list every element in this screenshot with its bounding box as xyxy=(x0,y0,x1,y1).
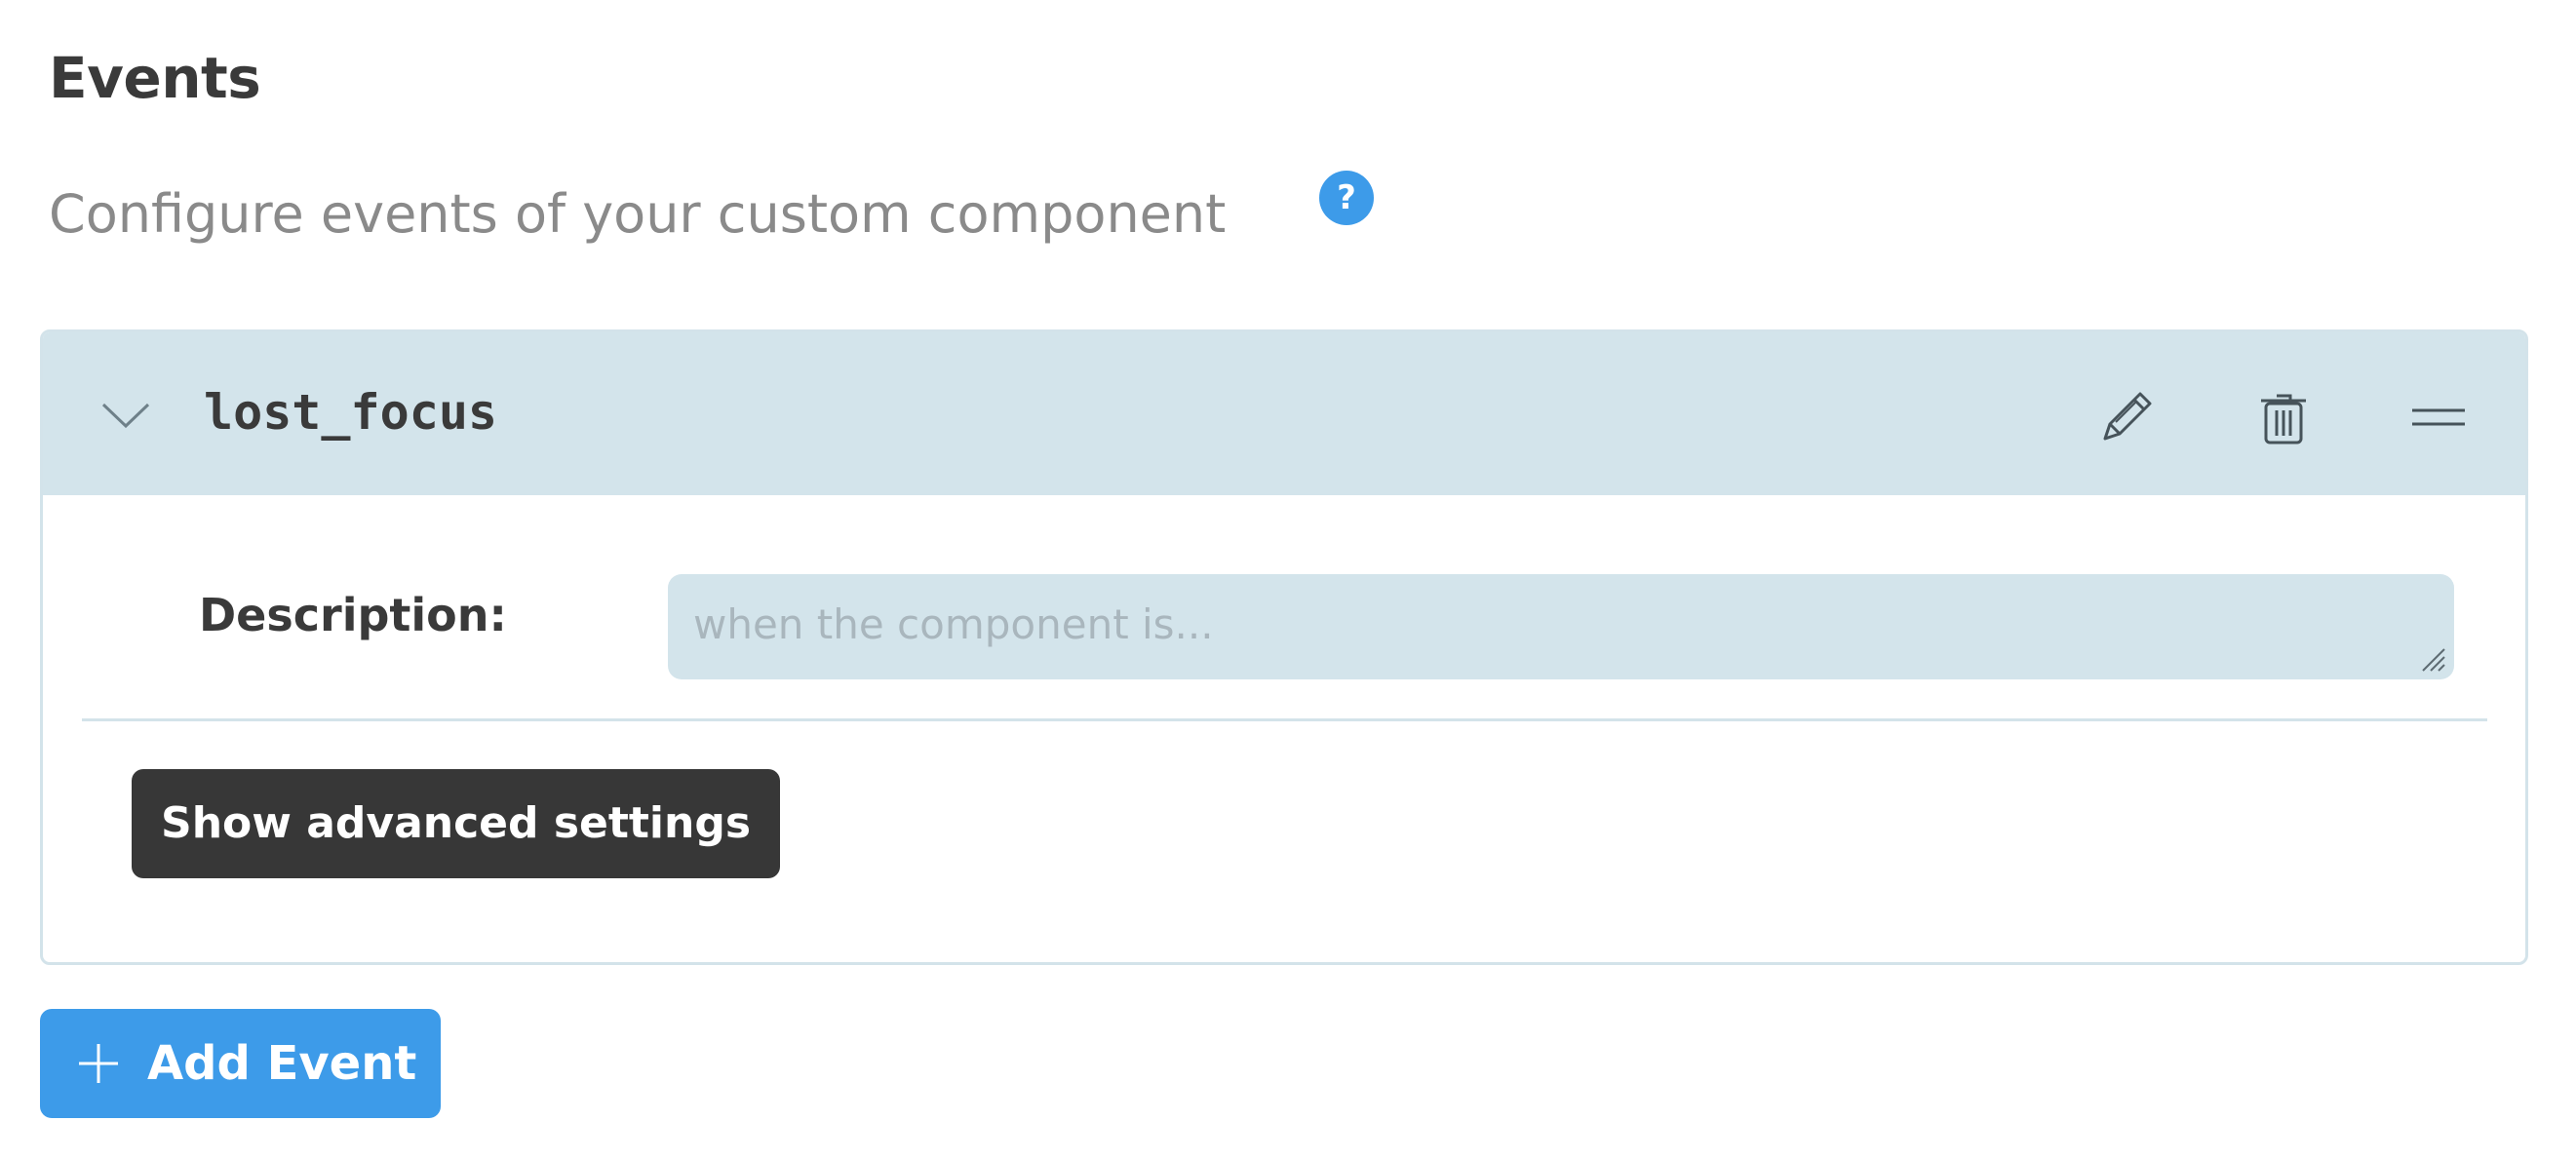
page-subtitle: Configure events of your custom componen… xyxy=(49,183,1227,245)
edit-event-button[interactable] xyxy=(2092,383,2161,451)
event-name: lost_focus xyxy=(204,384,498,441)
description-input[interactable] xyxy=(668,574,2454,679)
drag-handle-icon xyxy=(2412,408,2465,426)
page-title: Events xyxy=(49,45,261,111)
event-card: lost_focus Description: when the compone… xyxy=(40,329,2528,965)
show-advanced-settings-button[interactable]: Show advanced settings xyxy=(132,769,781,878)
description-label: Description: xyxy=(199,589,507,641)
trash-icon xyxy=(2261,394,2306,445)
drag-handle-button[interactable] xyxy=(2404,383,2473,451)
collapse-chevron-button[interactable] xyxy=(92,381,160,449)
delete-event-button[interactable] xyxy=(2249,383,2318,451)
event-header: lost_focus xyxy=(43,332,2525,495)
add-event-button[interactable]: Add Event xyxy=(40,1009,441,1118)
section-divider xyxy=(82,718,2487,721)
help-icon[interactable]: ? xyxy=(1319,171,1374,225)
plus-icon xyxy=(77,1042,120,1085)
add-event-label: Add Event xyxy=(147,1036,417,1091)
pencil-icon xyxy=(2103,392,2152,441)
resize-grip-icon[interactable] xyxy=(2419,645,2446,673)
chevron-down-icon xyxy=(101,403,150,429)
